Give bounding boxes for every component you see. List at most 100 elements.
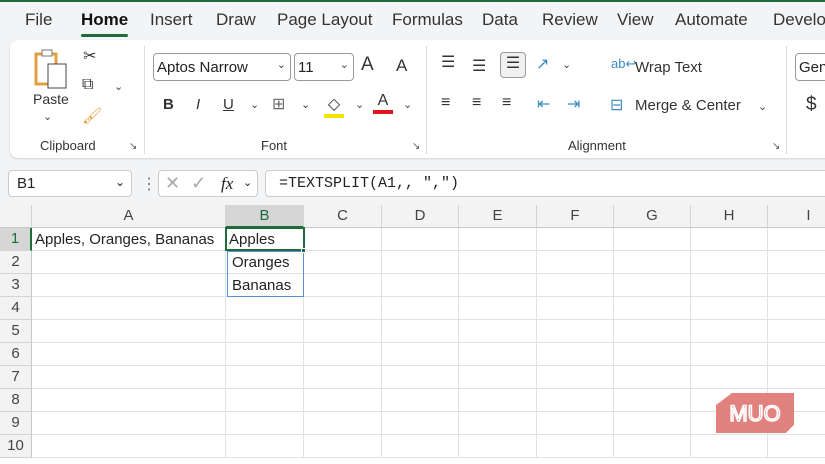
chevron-down-icon[interactable]: ⌄ (243, 176, 252, 189)
cell-e7[interactable] (459, 366, 537, 389)
grow-font-button[interactable]: A (361, 54, 374, 76)
cell-i1[interactable] (768, 228, 825, 251)
tab-insert[interactable]: Insert (150, 10, 193, 30)
font-size-select[interactable]: 11 ⌄ (294, 53, 354, 81)
tab-view[interactable]: View (617, 10, 654, 30)
cell-i5[interactable] (768, 320, 825, 343)
row-header-9[interactable]: 9 (0, 412, 32, 435)
cell-a7[interactable] (32, 366, 226, 389)
cell-a6[interactable] (32, 343, 226, 366)
cell-f1[interactable] (537, 228, 614, 251)
cell-c8[interactable] (304, 389, 382, 412)
align-bottom-icon[interactable]: ☰ (500, 52, 526, 78)
cell-c7[interactable] (304, 366, 382, 389)
orientation-chevron-icon[interactable]: ⌄ (562, 58, 571, 71)
column-header-i[interactable]: I (768, 205, 825, 228)
row-header-1[interactable]: 1 (0, 228, 32, 251)
font-color-button[interactable]: A (373, 92, 393, 114)
cell-d1[interactable] (382, 228, 459, 251)
tab-data[interactable]: Data (482, 10, 518, 30)
cell-g2[interactable] (614, 251, 691, 274)
column-header-b[interactable]: B (226, 205, 304, 228)
row-header-2[interactable]: 2 (0, 251, 32, 274)
cell-f8[interactable] (537, 389, 614, 412)
paste-chevron-icon[interactable]: ⌄ (43, 110, 52, 123)
cell-i3[interactable] (768, 274, 825, 297)
cell-c5[interactable] (304, 320, 382, 343)
cell-c2[interactable] (304, 251, 382, 274)
cell-c3[interactable] (304, 274, 382, 297)
cell-e9[interactable] (459, 412, 537, 435)
cell-a10[interactable] (32, 435, 226, 458)
cell-g4[interactable] (614, 297, 691, 320)
cell-e3[interactable] (459, 274, 537, 297)
tab-review[interactable]: Review (542, 10, 598, 30)
column-header-g[interactable]: G (614, 205, 691, 228)
cell-b10[interactable] (226, 435, 304, 458)
column-header-d[interactable]: D (382, 205, 459, 228)
shrink-font-button[interactable]: A (396, 56, 407, 76)
more-icon[interactable]: ⋮ (141, 174, 157, 194)
column-header-a[interactable]: A (32, 205, 226, 228)
cell-f3[interactable] (537, 274, 614, 297)
worksheet-grid[interactable]: ABCDEFGHI 1 Apples, Oranges, Bananas Apple… (0, 205, 825, 464)
currency-button[interactable]: $ (806, 94, 817, 116)
cell-e6[interactable] (459, 343, 537, 366)
cell-b6[interactable] (226, 343, 304, 366)
cell-a4[interactable] (32, 297, 226, 320)
align-left-icon[interactable]: ≡ (441, 94, 450, 112)
cell-e4[interactable] (459, 297, 537, 320)
tab-developer[interactable]: Develop (773, 10, 825, 30)
row-header-7[interactable]: 7 (0, 366, 32, 389)
cell-g9[interactable] (614, 412, 691, 435)
cell-d4[interactable] (382, 297, 459, 320)
orientation-icon[interactable]: ↗ (536, 54, 549, 74)
cell-i2[interactable] (768, 251, 825, 274)
cell-i10[interactable] (768, 435, 825, 458)
tab-page-layout[interactable]: Page Layout (277, 10, 372, 30)
cell-a8[interactable] (32, 389, 226, 412)
cell-f4[interactable] (537, 297, 614, 320)
row-header-10[interactable]: 10 (0, 435, 32, 458)
row-header-3[interactable]: 3 (0, 274, 32, 297)
wrap-text-button[interactable]: Wrap Text (635, 59, 702, 76)
font-name-select[interactable]: Aptos Narrow ⌄ (153, 53, 291, 81)
name-box[interactable]: B1 ⌄ (8, 170, 132, 197)
row-header-8[interactable]: 8 (0, 389, 32, 412)
cell-h7[interactable] (691, 366, 768, 389)
cell-b3[interactable]: Bananas (226, 274, 304, 297)
fill-handle[interactable] (301, 248, 306, 253)
cell-e1[interactable] (459, 228, 537, 251)
cell-d6[interactable] (382, 343, 459, 366)
cell-h5[interactable] (691, 320, 768, 343)
format-painter-icon[interactable]: 🖌 (82, 106, 102, 126)
cell-g7[interactable] (614, 366, 691, 389)
cell-f10[interactable] (537, 435, 614, 458)
merge-chevron-icon[interactable]: ⌄ (758, 100, 767, 113)
cell-e2[interactable] (459, 251, 537, 274)
tab-draw[interactable]: Draw (216, 10, 256, 30)
column-header-e[interactable]: E (459, 205, 537, 228)
column-header-h[interactable]: H (691, 205, 768, 228)
row-header-6[interactable]: 6 (0, 343, 32, 366)
cell-h10[interactable] (691, 435, 768, 458)
align-middle-icon[interactable]: ☰ (472, 56, 486, 76)
tab-file[interactable]: File (25, 10, 52, 30)
cell-c1[interactable] (304, 228, 382, 251)
cell-f2[interactable] (537, 251, 614, 274)
align-top-icon[interactable]: ☰ (441, 52, 455, 72)
borders-chevron-icon[interactable]: ⌄ (301, 98, 310, 111)
cell-c10[interactable] (304, 435, 382, 458)
cell-b2[interactable]: Oranges (226, 251, 304, 274)
cell-e5[interactable] (459, 320, 537, 343)
cell-i6[interactable] (768, 343, 825, 366)
copy-icon[interactable]: ⧉ (82, 76, 93, 94)
cell-b7[interactable] (226, 366, 304, 389)
column-header-c[interactable]: C (304, 205, 382, 228)
cell-d8[interactable] (382, 389, 459, 412)
cell-a3[interactable] (32, 274, 226, 297)
cell-g10[interactable] (614, 435, 691, 458)
column-header-f[interactable]: F (537, 205, 614, 228)
cell-d3[interactable] (382, 274, 459, 297)
cell-e10[interactable] (459, 435, 537, 458)
